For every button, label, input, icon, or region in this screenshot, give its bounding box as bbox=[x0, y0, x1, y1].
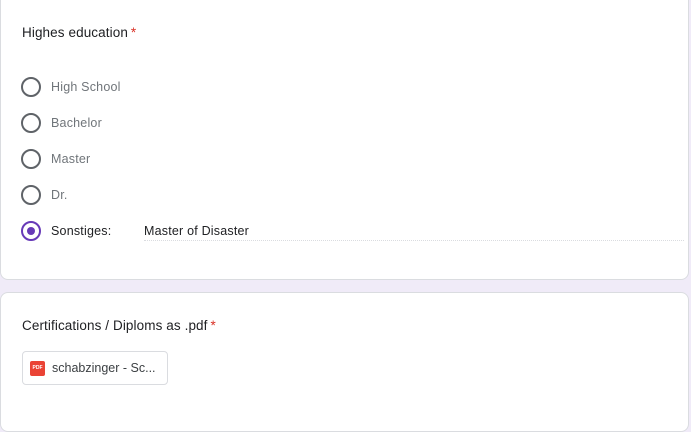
radio-option-bachelor[interactable]: Bachelor bbox=[21, 113, 102, 133]
education-question-card: Highes education * High School Bachelor M… bbox=[0, 0, 689, 280]
radio-option-master[interactable]: Master bbox=[21, 149, 90, 169]
radio-button-dr[interactable] bbox=[21, 185, 41, 205]
radio-option-other[interactable]: Sonstiges: bbox=[21, 221, 684, 241]
uploaded-file-name: schabzinger - Sc... bbox=[52, 361, 156, 375]
uploaded-file-chip[interactable]: PDF schabzinger - Sc... bbox=[22, 351, 168, 385]
radio-button-other-selected[interactable] bbox=[21, 221, 41, 241]
radio-button-bachelor[interactable] bbox=[21, 113, 41, 133]
education-title-text: Highes education bbox=[22, 25, 128, 40]
required-asterisk: * bbox=[130, 25, 137, 40]
radio-button-master[interactable] bbox=[21, 149, 41, 169]
radio-option-dr[interactable]: Dr. bbox=[21, 185, 68, 205]
option-label-other: Sonstiges: bbox=[51, 224, 112, 238]
option-label-bachelor: Bachelor bbox=[51, 116, 102, 130]
option-label-master: Master bbox=[51, 152, 91, 166]
radio-option-high-school[interactable]: High School bbox=[21, 77, 121, 97]
certifications-question-title: Certifications / Diploms as .pdf * bbox=[22, 318, 216, 333]
radio-button-high-school[interactable] bbox=[21, 77, 41, 97]
option-label-high-school: High School bbox=[51, 80, 121, 94]
education-question-title: Highes education * bbox=[22, 25, 136, 40]
pdf-file-icon: PDF bbox=[30, 360, 45, 376]
other-text-input[interactable] bbox=[144, 221, 684, 241]
required-asterisk: * bbox=[210, 318, 216, 333]
option-label-dr: Dr. bbox=[51, 188, 68, 202]
certifications-question-card: Certifications / Diploms as .pdf * PDF sc… bbox=[0, 292, 689, 432]
certifications-title-text: Certifications / Diploms as .pdf bbox=[22, 318, 208, 333]
